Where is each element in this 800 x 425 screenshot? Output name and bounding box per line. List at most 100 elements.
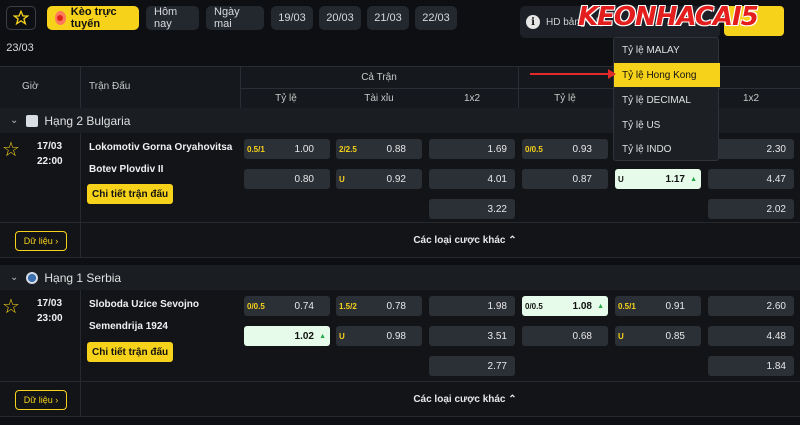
star-icon	[13, 10, 29, 26]
tab-today-label: Hôm nay	[154, 6, 178, 30]
odd-h1-1x2-home[interactable]: 2.60	[708, 296, 794, 316]
dropdown-option-malay[interactable]: Tỷ lệ MALAY	[614, 38, 720, 62]
tab-date-2003[interactable]: 20/03	[319, 6, 361, 30]
dropdown-option-us[interactable]: Tỷ lệ US	[614, 113, 720, 137]
under-marker: U	[618, 331, 624, 341]
ou-line: 1.5/2	[339, 301, 357, 311]
tab-date-2303[interactable]: 23/03	[0, 36, 40, 60]
away-team: Semendrija 1924	[89, 321, 168, 332]
match-date: 17/03	[37, 298, 63, 309]
odd-h1-hdp-home[interactable]: 0/0.5 0.93	[522, 139, 608, 159]
tab-date-1903[interactable]: 19/03	[271, 6, 313, 30]
dropdown-option-hongkong[interactable]: Tỷ lệ Hong Kong	[614, 63, 720, 87]
data-label: Dữ liệu	[23, 395, 53, 405]
tab-date-2203[interactable]: 22/03	[415, 6, 457, 30]
odd-value: 0.78	[386, 300, 406, 312]
odd-h1-hdp-away[interactable]: 0.68	[522, 326, 608, 346]
col-over-under: Tài xỉu	[364, 93, 394, 104]
odd-ou-over[interactable]: 1.5/2 0.78	[336, 296, 422, 316]
home-team: Sloboda Uzice Sevojno	[89, 299, 200, 310]
option-label: Tỷ lệ INDO	[622, 143, 672, 155]
ou-line: 2/2.5	[339, 144, 357, 154]
odd-value: 1.08	[572, 300, 592, 312]
col-full-time: Cả Trận	[361, 72, 397, 83]
odd-h1-ou-over[interactable]: 0.5/1 0.91	[615, 296, 701, 316]
logo-text: KEONHACAI	[578, 2, 742, 32]
handicap-line: 0.5/1	[247, 144, 265, 154]
tab-tomorrow[interactable]: Ngày mai	[206, 6, 264, 30]
odd-h1-1x2-draw[interactable]: 4.47	[708, 169, 794, 189]
tab-date-label: 20/03	[326, 12, 354, 24]
odd-h1-1x2-draw[interactable]: 4.48	[708, 326, 794, 346]
odd-h1-1x2-away[interactable]: 1.84	[708, 356, 794, 376]
odd-1x2-draw[interactable]: 3.51	[429, 326, 515, 346]
red-arrow-annotation	[530, 69, 616, 79]
live-dot-icon	[55, 11, 66, 25]
dropdown-option-decimal[interactable]: Tỷ lệ DECIMAL	[614, 88, 720, 112]
odd-1x2-draw[interactable]: 4.01	[429, 169, 515, 189]
handicap-line: 0/0.5	[525, 301, 543, 311]
col-1x2: 1x2	[463, 93, 481, 104]
data-label: Dữ liệu	[23, 236, 53, 246]
odds-format-dropdown: Tỷ lệ MALAY Tỷ lệ Hong Kong Tỷ lệ DECIMA…	[613, 37, 720, 161]
info-icon: i	[526, 15, 540, 29]
odd-value: 0.74	[294, 300, 314, 312]
odd-ou-under[interactable]: U 0.92	[336, 169, 422, 189]
odd-hdp-home[interactable]: 0/0.5 0.74	[244, 296, 330, 316]
favorite-star-icon[interactable]: ☆	[2, 294, 20, 319]
odd-ou-under[interactable]: U 0.98	[336, 326, 422, 346]
tab-date-2103[interactable]: 21/03	[367, 6, 409, 30]
match-detail-button[interactable]: Chi tiết trận đấu	[87, 342, 174, 362]
odd-value: 0.91	[665, 300, 685, 312]
live-odds-tab[interactable]: Kèo trực tuyến	[47, 6, 139, 30]
match-time: 22:00	[37, 156, 63, 167]
odd-1x2-home[interactable]: 1.98	[429, 296, 515, 316]
odd-1x2-home[interactable]: 1.69	[429, 139, 515, 159]
odd-value: 0.92	[386, 173, 406, 185]
data-button[interactable]: Dữ liệu ›	[15, 390, 67, 410]
option-label: Tỷ lệ US	[622, 119, 661, 131]
odd-hdp-away[interactable]: 0.80	[244, 169, 330, 189]
odd-value: 2.30	[766, 143, 786, 155]
favorite-star-icon[interactable]: ☆	[2, 137, 20, 162]
odd-value: 0.98	[386, 330, 406, 342]
odd-h1-hdp-away[interactable]: 0.87	[522, 169, 608, 189]
odd-value: 4.01	[487, 173, 507, 185]
odd-hdp-home[interactable]: 0.5/1 1.00	[244, 139, 330, 159]
match-footer: Dữ liệu › Các loại cược khác ⌃	[0, 223, 800, 258]
arrow-up-icon: ▲	[319, 332, 326, 340]
chevron-right-icon: ›	[55, 236, 59, 246]
odd-value: 4.47	[766, 173, 786, 185]
favorites-button[interactable]	[6, 6, 36, 30]
league-row[interactable]: ⌄ Hạng 1 Serbia	[0, 265, 800, 290]
more-bets-label: Các loại cược khác	[413, 235, 506, 246]
odd-h1-1x2-away[interactable]: 2.02	[708, 199, 794, 219]
odd-value: 1.69	[487, 143, 507, 155]
odd-ou-over[interactable]: 2/2.5 0.88	[336, 139, 422, 159]
match-detail-button[interactable]: Chi tiết trận đấu	[87, 184, 174, 204]
odd-hdp-away[interactable]: 1.02 ▲	[244, 326, 330, 346]
odd-h1-1x2-home[interactable]: 2.30	[708, 139, 794, 159]
tab-date-label: 21/03	[374, 12, 402, 24]
ou-line: 0.5/1	[618, 301, 636, 311]
under-marker: U	[618, 174, 624, 184]
odd-h1-ou-under[interactable]: U 1.17 ▲	[615, 169, 701, 189]
odd-value: 3.51	[487, 330, 507, 342]
flag-icon	[26, 114, 39, 127]
live-odds-label: Kèo trực tuyến	[70, 6, 117, 30]
odd-1x2-away[interactable]: 3.22	[429, 199, 515, 219]
more-bets-link[interactable]: Các loại cược khác ⌃	[380, 235, 550, 246]
odd-value: 0.88	[386, 143, 406, 155]
more-bets-link[interactable]: Các loại cược khác ⌃	[380, 394, 550, 405]
dropdown-option-indo[interactable]: Tỷ lệ INDO	[614, 137, 720, 161]
odd-h1-hdp-home[interactable]: 0/0.5 1.08 ▲	[522, 296, 608, 316]
chevron-up-icon: ⌃	[508, 394, 517, 405]
odd-h1-ou-under[interactable]: U 0.85	[615, 326, 701, 346]
odd-1x2-away[interactable]: 2.77	[429, 356, 515, 376]
more-bets-label: Các loại cược khác	[413, 394, 506, 405]
handicap-line: 0/0.5	[247, 301, 265, 311]
data-button[interactable]: Dữ liệu ›	[15, 231, 67, 251]
tab-today[interactable]: Hôm nay	[146, 6, 199, 30]
handicap-line: 0/0.5	[525, 144, 543, 154]
odd-value: 1.17	[665, 173, 685, 185]
